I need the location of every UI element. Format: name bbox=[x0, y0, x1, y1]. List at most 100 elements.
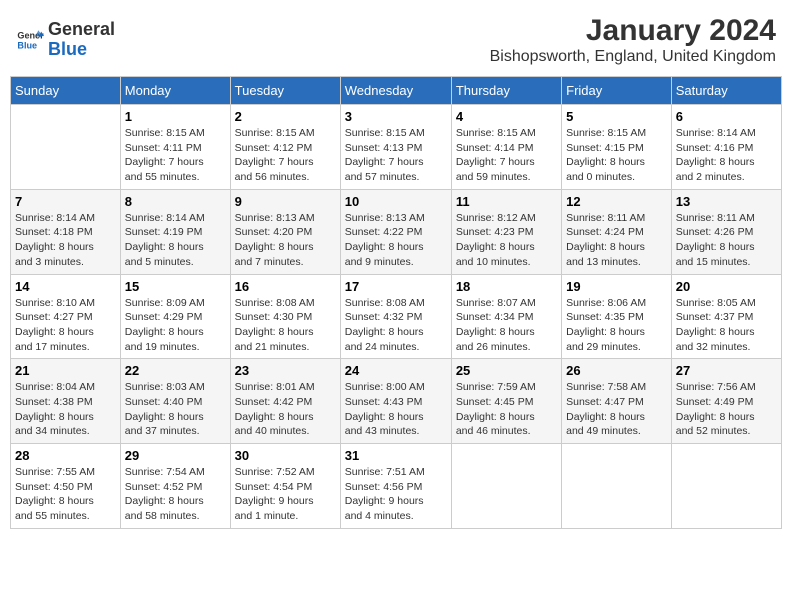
calendar-cell: 13 Sunrise: 8:11 AMSunset: 4:26 PMDayligh… bbox=[671, 189, 781, 274]
calendar-cell bbox=[562, 444, 672, 529]
calendar-cell: 9 Sunrise: 8:13 AMSunset: 4:20 PMDaylight… bbox=[230, 189, 340, 274]
day-number: 4 bbox=[456, 109, 557, 124]
day-number: 28 bbox=[15, 448, 116, 463]
calendar-cell: 12Sunrise: 8:11 AMSunset: 4:24 PMDayligh… bbox=[562, 189, 672, 274]
calendar-cell: 27 Sunrise: 7:56 AMSunset: 4:49 PMDayligh… bbox=[671, 359, 781, 444]
day-info: Sunrise: 7:58 AMSunset: 4:47 PMDaylight:… bbox=[566, 380, 667, 439]
day-number: 21 bbox=[15, 363, 116, 378]
day-number: 11 bbox=[456, 194, 557, 209]
svg-text:Blue: Blue bbox=[17, 40, 37, 50]
calendar-cell: 8 Sunrise: 8:14 AMSunset: 4:19 PMDaylight… bbox=[120, 189, 230, 274]
day-info: Sunrise: 8:14 AMSunset: 4:16 PMDaylight:… bbox=[676, 126, 777, 185]
day-number: 19 bbox=[566, 279, 667, 294]
calendar-cell bbox=[671, 444, 781, 529]
calendar-cell: 23 Sunrise: 8:01 AMSunset: 4:42 PMDayligh… bbox=[230, 359, 340, 444]
day-info: Sunrise: 8:08 AMSunset: 4:30 PMDaylight:… bbox=[235, 296, 336, 355]
day-number: 15 bbox=[125, 279, 226, 294]
day-number: 12 bbox=[566, 194, 667, 209]
week-row-4: 21Sunrise: 8:04 AMSunset: 4:38 PMDayligh… bbox=[11, 359, 782, 444]
logo-general-text: General bbox=[48, 20, 115, 40]
day-info: Sunrise: 8:03 AMSunset: 4:40 PMDaylight:… bbox=[125, 380, 226, 439]
calendar-cell: 10 Sunrise: 8:13 AMSunset: 4:22 PMDayligh… bbox=[340, 189, 451, 274]
day-info: Sunrise: 8:14 AMSunset: 4:19 PMDaylight:… bbox=[125, 211, 226, 270]
calendar-cell: 11 Sunrise: 8:12 AMSunset: 4:23 PMDayligh… bbox=[451, 189, 561, 274]
week-row-5: 28 Sunrise: 7:55 AMSunset: 4:50 PMDayligh… bbox=[11, 444, 782, 529]
day-info: Sunrise: 8:05 AMSunset: 4:37 PMDaylight:… bbox=[676, 296, 777, 355]
day-number: 18 bbox=[456, 279, 557, 294]
calendar-cell: 29 Sunrise: 7:54 AMSunset: 4:52 PMDayligh… bbox=[120, 444, 230, 529]
day-info: Sunrise: 8:13 AMSunset: 4:20 PMDaylight:… bbox=[235, 211, 336, 270]
day-number: 20 bbox=[676, 279, 777, 294]
calendar-cell: 22Sunrise: 8:03 AMSunset: 4:40 PMDayligh… bbox=[120, 359, 230, 444]
calendar-cell: 17 Sunrise: 8:08 AMSunset: 4:32 PMDayligh… bbox=[340, 274, 451, 359]
calendar-cell: 6 Sunrise: 8:14 AMSunset: 4:16 PMDaylight… bbox=[671, 105, 781, 190]
day-number: 24 bbox=[345, 363, 447, 378]
day-number: 14 bbox=[15, 279, 116, 294]
day-info: Sunrise: 8:08 AMSunset: 4:32 PMDaylight:… bbox=[345, 296, 447, 355]
header: General Blue General Blue January 2024 B… bbox=[10, 10, 782, 70]
day-info: Sunrise: 8:13 AMSunset: 4:22 PMDaylight:… bbox=[345, 211, 447, 270]
day-number: 30 bbox=[235, 448, 336, 463]
day-info: Sunrise: 8:14 AMSunset: 4:18 PMDaylight:… bbox=[15, 211, 116, 270]
calendar-cell: 21Sunrise: 8:04 AMSunset: 4:38 PMDayligh… bbox=[11, 359, 121, 444]
logo-blue-text: Blue bbox=[48, 40, 115, 60]
main-title: January 2024 bbox=[490, 14, 776, 48]
day-number: 27 bbox=[676, 363, 777, 378]
day-header-wednesday: Wednesday bbox=[340, 77, 451, 105]
day-info: Sunrise: 8:00 AMSunset: 4:43 PMDaylight:… bbox=[345, 380, 447, 439]
day-info: Sunrise: 8:15 AMSunset: 4:13 PMDaylight:… bbox=[345, 126, 447, 185]
day-info: Sunrise: 8:01 AMSunset: 4:42 PMDaylight:… bbox=[235, 380, 336, 439]
calendar-cell: 5Sunrise: 8:15 AMSunset: 4:15 PMDaylight… bbox=[562, 105, 672, 190]
day-number: 10 bbox=[345, 194, 447, 209]
day-info: Sunrise: 8:15 AMSunset: 4:12 PMDaylight:… bbox=[235, 126, 336, 185]
logo-icon: General Blue bbox=[16, 26, 44, 54]
day-number: 16 bbox=[235, 279, 336, 294]
day-info: Sunrise: 8:15 AMSunset: 4:14 PMDaylight:… bbox=[456, 126, 557, 185]
day-number: 29 bbox=[125, 448, 226, 463]
day-number: 17 bbox=[345, 279, 447, 294]
calendar-cell: 18Sunrise: 8:07 AMSunset: 4:34 PMDayligh… bbox=[451, 274, 561, 359]
calendar-cell: 4 Sunrise: 8:15 AMSunset: 4:14 PMDaylight… bbox=[451, 105, 561, 190]
day-number: 25 bbox=[456, 363, 557, 378]
day-info: Sunrise: 7:56 AMSunset: 4:49 PMDaylight:… bbox=[676, 380, 777, 439]
calendar-table: SundayMondayTuesdayWednesdayThursdayFrid… bbox=[10, 76, 782, 529]
day-number: 2 bbox=[235, 109, 336, 124]
day-info: Sunrise: 8:10 AMSunset: 4:27 PMDaylight:… bbox=[15, 296, 116, 355]
day-info: Sunrise: 7:51 AMSunset: 4:56 PMDaylight:… bbox=[345, 465, 447, 524]
day-header-saturday: Saturday bbox=[671, 77, 781, 105]
day-number: 5 bbox=[566, 109, 667, 124]
day-number: 9 bbox=[235, 194, 336, 209]
calendar-cell: 19 Sunrise: 8:06 AMSunset: 4:35 PMDayligh… bbox=[562, 274, 672, 359]
day-header-thursday: Thursday bbox=[451, 77, 561, 105]
day-number: 8 bbox=[125, 194, 226, 209]
calendar-cell: 20 Sunrise: 8:05 AMSunset: 4:37 PMDayligh… bbox=[671, 274, 781, 359]
day-number: 13 bbox=[676, 194, 777, 209]
calendar-cell: 3 Sunrise: 8:15 AMSunset: 4:13 PMDaylight… bbox=[340, 105, 451, 190]
day-header-friday: Friday bbox=[562, 77, 672, 105]
calendar-cell: 14 Sunrise: 8:10 AMSunset: 4:27 PMDayligh… bbox=[11, 274, 121, 359]
calendar-cell: 26 Sunrise: 7:58 AMSunset: 4:47 PMDayligh… bbox=[562, 359, 672, 444]
calendar-cell: 1Sunrise: 8:15 AMSunset: 4:11 PMDaylight… bbox=[120, 105, 230, 190]
day-info: Sunrise: 8:06 AMSunset: 4:35 PMDaylight:… bbox=[566, 296, 667, 355]
day-info: Sunrise: 8:09 AMSunset: 4:29 PMDaylight:… bbox=[125, 296, 226, 355]
calendar-cell: 28 Sunrise: 7:55 AMSunset: 4:50 PMDayligh… bbox=[11, 444, 121, 529]
day-header-sunday: Sunday bbox=[11, 77, 121, 105]
day-info: Sunrise: 7:55 AMSunset: 4:50 PMDaylight:… bbox=[15, 465, 116, 524]
day-number: 26 bbox=[566, 363, 667, 378]
day-info: Sunrise: 8:15 AMSunset: 4:11 PMDaylight:… bbox=[125, 126, 226, 185]
day-number: 7 bbox=[15, 194, 116, 209]
day-number: 31 bbox=[345, 448, 447, 463]
week-row-3: 14 Sunrise: 8:10 AMSunset: 4:27 PMDayligh… bbox=[11, 274, 782, 359]
day-info: Sunrise: 7:59 AMSunset: 4:45 PMDaylight:… bbox=[456, 380, 557, 439]
calendar-cell: 7 Sunrise: 8:14 AMSunset: 4:18 PMDaylight… bbox=[11, 189, 121, 274]
day-number: 6 bbox=[676, 109, 777, 124]
day-info: Sunrise: 7:54 AMSunset: 4:52 PMDaylight:… bbox=[125, 465, 226, 524]
calendar-cell: 2 Sunrise: 8:15 AMSunset: 4:12 PMDaylight… bbox=[230, 105, 340, 190]
day-number: 3 bbox=[345, 109, 447, 124]
day-info: Sunrise: 8:11 AMSunset: 4:26 PMDaylight:… bbox=[676, 211, 777, 270]
calendar-header-row: SundayMondayTuesdayWednesdayThursdayFrid… bbox=[11, 77, 782, 105]
logo-text: General Blue bbox=[48, 20, 115, 60]
day-number: 23 bbox=[235, 363, 336, 378]
calendar-cell: 15 Sunrise: 8:09 AMSunset: 4:29 PMDayligh… bbox=[120, 274, 230, 359]
day-info: Sunrise: 8:12 AMSunset: 4:23 PMDaylight:… bbox=[456, 211, 557, 270]
